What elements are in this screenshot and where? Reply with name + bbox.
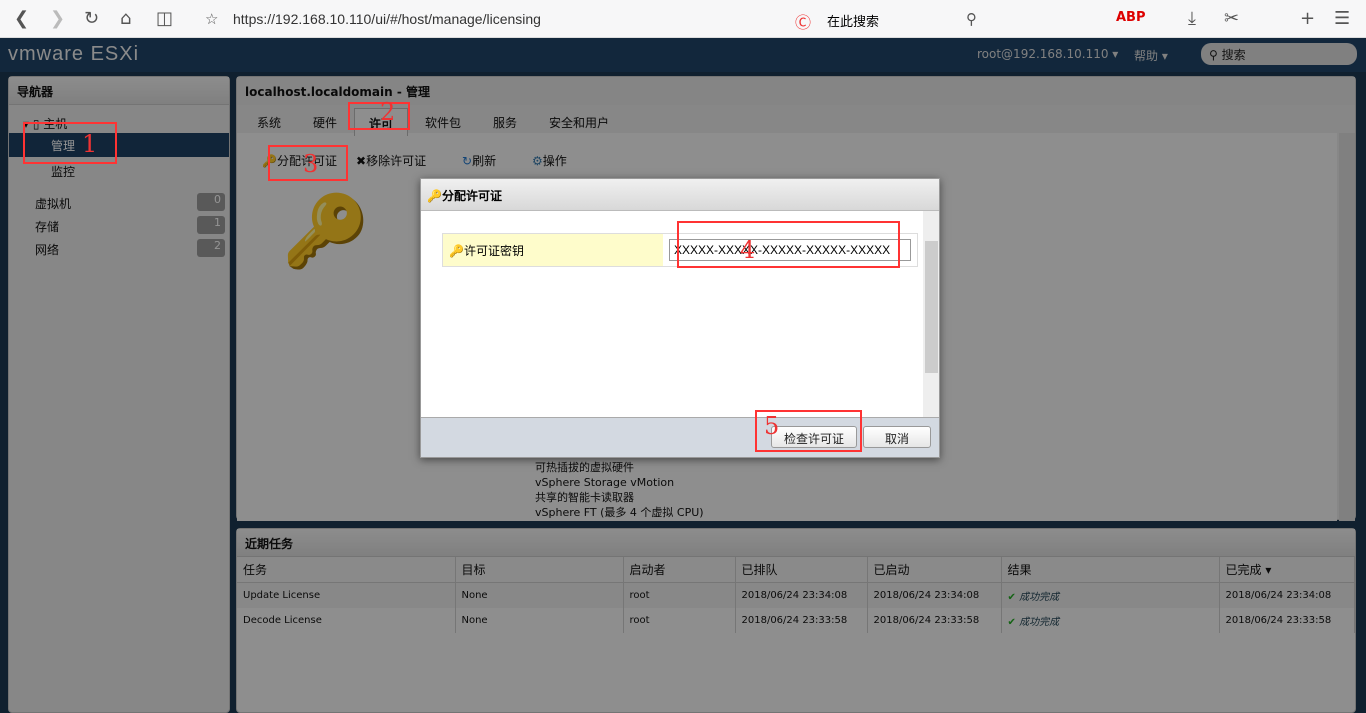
navigator-panel: 导航器 ▾ ▯ 主机 管理 监控 虚拟机 0 存储 1 网络 2 <box>8 76 230 713</box>
remove-label: 移除许可证 <box>366 154 427 168</box>
assign-license-dialog: 🔑分配许可证 🔑许可证密钥 检查许可证 取消 <box>420 178 940 458</box>
cell: 2018/06/24 23:34:08 <box>867 582 1002 608</box>
cancel-button[interactable]: 取消 <box>863 426 931 448</box>
col-target[interactable]: 目标 <box>455 557 624 583</box>
license-key-label: 🔑许可证密钥 <box>443 234 663 266</box>
cell: None <box>455 582 624 608</box>
vms-label: 虚拟机 <box>35 197 72 211</box>
assign-label: 分配许可证 <box>276 154 337 168</box>
search-placeholder: 搜索 <box>1221 48 1246 62</box>
refresh-button[interactable]: ↻刷新 <box>462 152 496 169</box>
col-started[interactable]: 已启动 <box>867 557 1002 583</box>
field-label: 许可证密钥 <box>463 244 524 258</box>
nav-vms[interactable]: 虚拟机 0 <box>9 191 229 215</box>
actions-button[interactable]: ⚙操作 <box>532 152 567 169</box>
network-count: 2 <box>197 239 225 257</box>
result-text: 成功完成 <box>1019 592 1060 603</box>
cell: None <box>455 608 624 633</box>
scroll-thumb[interactable] <box>925 241 938 373</box>
main-title: localhost.localdomain - 管理 <box>237 77 1355 105</box>
key-add-icon: 🔑 <box>427 189 442 203</box>
remove-license-button[interactable]: ✖移除许可证 <box>356 152 426 169</box>
nav-network[interactable]: 网络 2 <box>9 237 229 261</box>
cell: 2018/06/24 23:34:08 <box>1219 582 1355 608</box>
result-cell: ✔ 成功完成 <box>1001 582 1220 608</box>
col-completed[interactable]: 已完成 ▾ <box>1219 557 1355 583</box>
scrollbar[interactable] <box>1339 133 1355 521</box>
tab-services[interactable]: 服务 <box>493 114 517 131</box>
nav-storage[interactable]: 存储 1 <box>9 214 229 238</box>
cell: root <box>623 608 736 633</box>
cell: 2018/06/24 23:33:58 <box>867 608 1002 633</box>
key-icon: 🔑 <box>449 244 464 258</box>
gear-icon: ⚙ <box>532 154 543 168</box>
navigator-title: 导航器 <box>9 77 229 105</box>
check-license-button[interactable]: 检查许可证 <box>771 426 857 448</box>
feature-item: vSphere FT (最多 4 个虚拟 CPU) <box>535 506 704 519</box>
table-row[interactable]: Update License None root 2018/06/24 23:34:0… <box>237 582 1355 608</box>
cell: root <box>623 582 736 608</box>
tab-packages[interactable]: 软件包 <box>425 114 461 131</box>
col-result[interactable]: 结果 <box>1001 557 1220 583</box>
cell: 2018/06/24 23:33:58 <box>1219 608 1355 633</box>
nav-monitor[interactable]: 监控 <box>9 159 229 183</box>
vms-count: 0 <box>197 193 225 211</box>
storage-count: 1 <box>197 216 225 234</box>
col-task[interactable]: 任务 <box>237 557 456 583</box>
feature-item: 共享的智能卡读取器 <box>535 491 634 504</box>
dialog-scrollbar[interactable] <box>923 211 939 417</box>
dialog-footer: 检查许可证 取消 <box>421 417 939 457</box>
feature-item: vSphere Storage vMotion <box>535 476 675 489</box>
tasks-table: 任务 目标 启动者 已排队 已启动 结果 已完成 ▾ Update Licens… <box>237 557 1355 633</box>
host-label: 主机 <box>43 117 68 131</box>
dialog-title: 分配许可证 <box>441 189 502 203</box>
key-icon: 🔑 <box>282 190 370 272</box>
actions-label: 操作 <box>542 154 567 168</box>
refresh-icon: ↻ <box>462 154 473 168</box>
nav-manage[interactable]: 管理 <box>9 133 229 157</box>
cell: 2018/06/24 23:34:08 <box>735 582 868 608</box>
feature-item: 可热插拔的虚拟硬件 <box>535 461 634 474</box>
network-label: 网络 <box>35 243 60 257</box>
tab-system[interactable]: 系统 <box>257 114 281 131</box>
recent-tasks-panel: 近期任务 任务 目标 启动者 已排队 已启动 结果 已完成 ▾ Update L… <box>236 528 1356 713</box>
result-text: 成功完成 <box>1019 617 1060 628</box>
tab-licensing[interactable]: 许可 <box>354 108 409 136</box>
dialog-header: 🔑分配许可证 <box>421 179 939 211</box>
cell: Update License <box>237 582 456 608</box>
global-search[interactable]: ⚲ 搜索 <box>1201 43 1357 65</box>
cell: 2018/06/24 23:33:58 <box>735 608 868 633</box>
tab-security-users[interactable]: 安全和用户 <box>549 114 609 131</box>
user-menu[interactable]: root@192.168.10.110 ▾ <box>977 47 1118 61</box>
col-initiator[interactable]: 启动者 <box>623 557 736 583</box>
storage-label: 存储 <box>35 220 60 234</box>
license-key-input[interactable] <box>669 239 911 261</box>
nav-host[interactable]: ▾ ▯ 主机 <box>9 111 229 135</box>
refresh-label: 刷新 <box>472 154 497 168</box>
table-row[interactable]: Decode License None root 2018/06/24 23:33:5… <box>237 608 1355 633</box>
result-cell: ✔ 成功完成 <box>1001 608 1220 633</box>
vmware-logo: vmware ESXi <box>8 43 140 65</box>
feature-list: 可热插拔的虚拟硬件 vSphere Storage vMotion 共享的智能卡… <box>535 460 704 520</box>
success-icon: ✔ <box>1007 617 1016 628</box>
col-queued[interactable]: 已排队 <box>735 557 868 583</box>
help-menu[interactable]: 帮助 ▾ <box>1134 47 1168 64</box>
cell: Decode License <box>237 608 456 633</box>
tab-hardware[interactable]: 硬件 <box>313 114 337 131</box>
success-icon: ✔ <box>1007 592 1016 603</box>
tasks-title: 近期任务 <box>237 529 1355 557</box>
license-key-row: 🔑许可证密钥 <box>442 233 918 267</box>
assign-license-button[interactable]: 🔑分配许可证 <box>262 152 337 169</box>
